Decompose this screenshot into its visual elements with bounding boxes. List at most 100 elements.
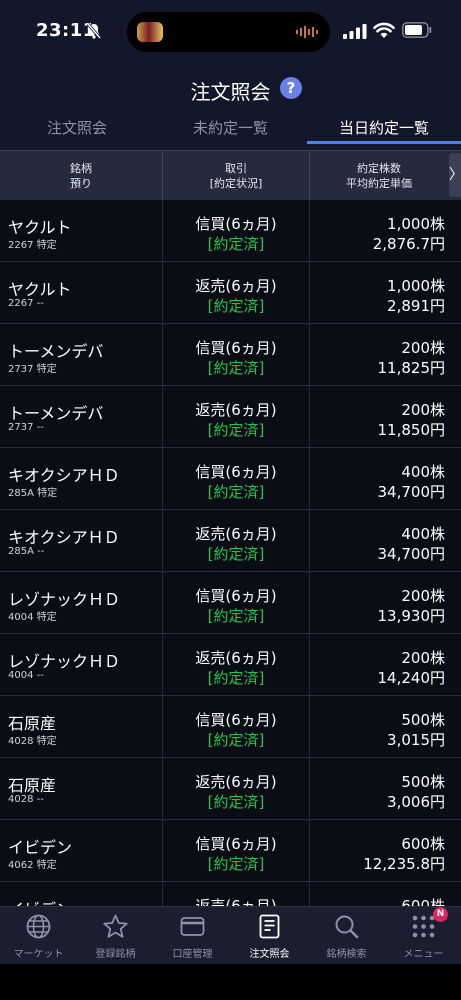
stock-name: レゾナックＨＤ <box>8 652 121 671</box>
table-row[interactable]: 石原産 4028 特定 信買(6ヵ月) [約定済] 500株 3,015円 <box>0 696 461 758</box>
trade-type: 信買(6ヵ月) <box>195 463 277 481</box>
execution-status: [約定済] <box>207 793 265 811</box>
card-icon <box>180 917 205 936</box>
star-icon <box>103 914 128 938</box>
average-price: 2,876.7円 <box>372 235 445 253</box>
wifi-icon <box>373 22 395 38</box>
average-price: 14,240円 <box>377 669 446 687</box>
tabbar-account[interactable]: 口座管理 <box>154 907 231 965</box>
average-price: 12,235.8円 <box>363 855 445 873</box>
tab-order-inquiry[interactable]: 注文照会 <box>0 110 154 150</box>
column-header-quantity: 約定株数 平均約定単価 <box>310 151 448 201</box>
executed-quantity: 400株 <box>401 463 445 481</box>
search-icon <box>335 915 359 939</box>
stock-name: 石原産 <box>8 776 57 795</box>
trade-type: 返売(6ヵ月) <box>195 277 277 295</box>
executed-quantity: 1,000株 <box>387 277 445 295</box>
bottom-tab-bar: マーケット 登録銘柄 口座管理 注文照会 銘柄検索 メニュー <box>0 906 461 964</box>
execution-status: [約定済] <box>207 545 265 563</box>
execution-status: [約定済] <box>207 855 265 873</box>
average-price: 13,930円 <box>377 607 446 625</box>
execution-status: [約定済] <box>207 235 265 253</box>
page-title: 注文照会 <box>190 80 271 104</box>
average-price: 11,850円 <box>377 421 446 439</box>
stock-name: レゾナックＨＤ <box>8 590 121 609</box>
column-divider <box>309 572 310 634</box>
tabbar-watchlist[interactable]: 登録銘柄 <box>77 907 154 965</box>
column-divider <box>309 510 310 572</box>
trade-type: 返売(6ヵ月) <box>195 649 277 667</box>
table-row[interactable]: ヤクルト 2267 特定 信買(6ヵ月) [約定済] 1,000株 2,876.7円 <box>0 200 461 262</box>
column-header-trade-line1: 取引 <box>225 162 247 175</box>
globe-icon <box>26 914 51 939</box>
table-row[interactable]: ヤクルト 2267 -- 返売(6ヵ月) [約定済] 1,000株 2,891円 <box>0 262 461 324</box>
executed-quantity: 1,000株 <box>387 215 445 233</box>
tabbar-orders[interactable]: 注文照会 <box>231 907 308 965</box>
audio-wave-icon <box>296 26 318 38</box>
column-divider <box>309 820 310 882</box>
tab-today-executed[interactable]: 当日約定一覧 <box>307 110 461 150</box>
average-price: 34,700円 <box>377 483 446 501</box>
bell-off-icon <box>86 23 102 39</box>
tabbar-market[interactable]: マーケット <box>0 907 77 965</box>
stock-code-account: 2737 -- <box>8 422 44 433</box>
tabbar-search[interactable]: 銘柄検索 <box>308 907 385 965</box>
table-row[interactable]: 石原産 4028 -- 返売(6ヵ月) [約定済] 500株 3,006円 <box>0 758 461 820</box>
column-header-stock: 銘柄 預り <box>0 151 162 201</box>
stock-code-account: 4028 特定 <box>8 736 57 747</box>
stock-code-account: 4004 特定 <box>8 612 57 623</box>
tab-bar-top: 注文照会 未約定一覧 当日約定一覧 <box>0 110 461 150</box>
table-row[interactable]: イビデン 4062 特定 信買(6ヵ月) [約定済] 600株 12,235.8円 <box>0 820 461 882</box>
tabbar-search-label: 銘柄検索 <box>326 949 367 960</box>
table-row[interactable]: トーメンデバ 2737 -- 返売(6ヵ月) [約定済] 200株 11,850円 <box>0 386 461 448</box>
scroll-right-button[interactable]: 〉 <box>449 153 461 197</box>
stock-code-account: 285A -- <box>8 546 45 557</box>
trade-type: 返売(6ヵ月) <box>195 401 277 419</box>
trade-type: 返売(6ヵ月) <box>195 525 277 543</box>
stock-name: ヤクルト <box>8 218 72 237</box>
stock-name: ヤクルト <box>8 280 72 299</box>
column-header-stock-line2: 預り <box>70 177 92 190</box>
trade-type: 返売(6ヵ月) <box>195 773 277 791</box>
document-icon <box>259 914 280 939</box>
executed-quantity: 500株 <box>401 711 445 729</box>
average-price: 3,006円 <box>387 793 445 811</box>
stock-code-account: 2737 特定 <box>8 364 57 375</box>
execution-list: ヤクルト 2267 特定 信買(6ヵ月) [約定済] 1,000株 2,876.7円 ヤクル… <box>0 200 461 906</box>
executed-quantity: 200株 <box>401 649 445 667</box>
table-row[interactable]: キオクシアＨＤ 285A -- 返売(6ヵ月) [約定済] 400株 34,700円 <box>0 510 461 572</box>
column-header-quantity-line2: 平均約定単価 <box>346 177 412 190</box>
table-row[interactable]: キオクシアＨＤ 285A 特定 信買(6ヵ月) [約定済] 400株 34,700円 <box>0 448 461 510</box>
column-divider <box>309 262 310 324</box>
tabbar-menu[interactable]: メニュー <box>385 907 461 965</box>
trade-type: 信買(6ヵ月) <box>195 587 277 605</box>
executed-quantity: 600株 <box>401 835 445 853</box>
stock-name: トーメンデバ <box>8 404 104 423</box>
column-divider <box>309 634 310 696</box>
column-divider <box>309 882 310 906</box>
execution-status: [約定済] <box>207 359 265 377</box>
table-row[interactable]: イビデン4062 --返売(6ヵ月)[約定済]600株 <box>0 882 461 906</box>
tab-unexecuted[interactable]: 未約定一覧 <box>154 110 307 150</box>
trade-type: 信買(6ヵ月) <box>195 835 277 853</box>
executed-quantity: 600株 <box>401 897 445 906</box>
trade-type: 信買(6ヵ月) <box>195 711 277 729</box>
help-icon[interactable]: ? <box>280 77 302 99</box>
executed-quantity: 500株 <box>401 773 445 791</box>
execution-status: [約定済] <box>207 607 265 625</box>
cellular-signal-icon <box>343 24 367 39</box>
average-price: 34,700円 <box>377 545 446 563</box>
active-tab-indicator <box>307 141 461 144</box>
table-row[interactable]: レゾナックＨＤ 4004 特定 信買(6ヵ月) [約定済] 200株 13,930円 <box>0 572 461 634</box>
stock-code-account: 4028 -- <box>8 794 44 805</box>
column-header-trade-line2: [約定状況] <box>209 177 263 190</box>
header: 注文照会 ? 注文照会 未約定一覧 当日約定一覧 <box>0 64 461 150</box>
stock-name: 石原産 <box>8 714 57 733</box>
column-divider <box>309 758 310 820</box>
table-row[interactable]: レゾナックＨＤ 4004 -- 返売(6ヵ月) [約定済] 200株 14,240円 <box>0 634 461 696</box>
tabbar-account-label: 口座管理 <box>172 949 213 960</box>
table-row[interactable]: トーメンデバ 2737 特定 信買(6ヵ月) [約定済] 200株 11,825円 <box>0 324 461 386</box>
stock-code-account: 4062 特定 <box>8 860 57 871</box>
stock-name: イビデン <box>8 896 72 906</box>
executed-quantity: 200株 <box>401 587 445 605</box>
